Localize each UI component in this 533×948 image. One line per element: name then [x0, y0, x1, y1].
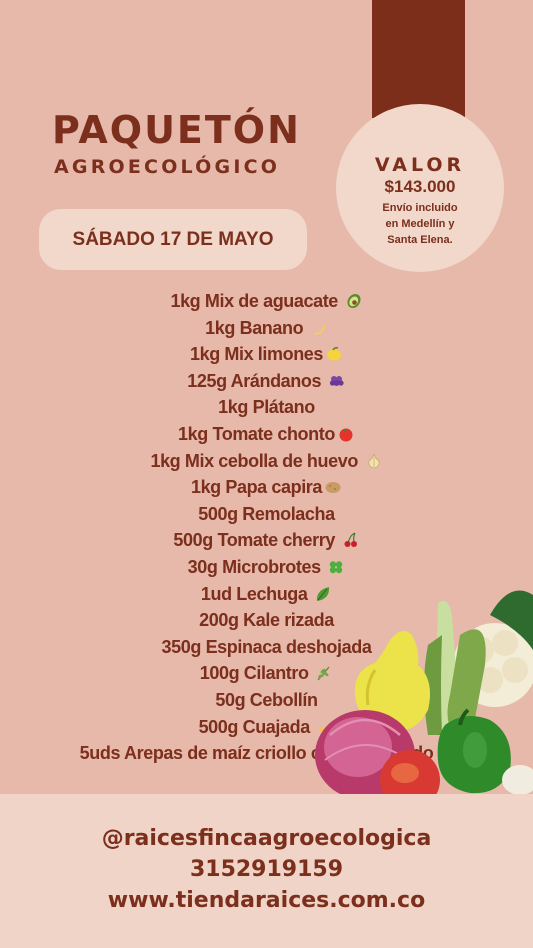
list-item-text: 1kg Plátano — [218, 397, 315, 418]
onion-icon — [367, 453, 380, 468]
shipping-note-line-1: Envío incluido — [382, 202, 458, 214]
list-item-text: 1kg Banano — [205, 317, 304, 338]
list-item: 1kg Tomate chonto — [0, 421, 533, 448]
title-line-2: AGROECOLÓGICO — [54, 156, 281, 178]
clover-icon — [330, 561, 343, 574]
decorative-top-bar — [372, 0, 465, 118]
list-item-text: 125g Arándanos — [187, 370, 322, 391]
list-item-text: 1kg Mix cebolla de huevo — [150, 450, 358, 471]
shipping-note: Envío incluido en Medellín y Santa Elena… — [365, 200, 475, 248]
shipping-note-line-3: Santa Elena. — [387, 234, 453, 246]
list-item: 1kg Mix limones — [0, 341, 533, 368]
list-item-text: 1ud Lechuga — [200, 583, 308, 604]
vegetables-illustration — [315, 590, 533, 795]
list-item-text: 1kg Mix de aguacate — [170, 291, 338, 311]
website-link[interactable]: www.tiendaraices.com.co — [0, 885, 533, 916]
list-item-text: 500g Tomate cherry — [173, 530, 335, 551]
list-item: 1kg Papa capira — [0, 474, 533, 501]
list-item: 1kg Plátano — [0, 394, 533, 421]
list-item-text: 500g Cuajada — [198, 716, 311, 737]
avocado-icon — [347, 293, 361, 309]
list-item: 1kg Mix cebolla de huevo — [0, 448, 533, 475]
list-item-text: 30g Microbrotes — [187, 556, 321, 577]
cherries-icon — [344, 532, 357, 548]
list-item: 1kg Mix de aguacate — [0, 288, 533, 315]
list-item-text: 500g Remolacha — [198, 503, 335, 524]
list-item-text: 50g Cebollín — [215, 689, 318, 710]
potato-icon — [325, 482, 341, 494]
contact-footer: @raicesfincaagroecologica 3152919159 www… — [0, 794, 533, 948]
list-item: 500g Remolacha — [0, 501, 533, 528]
list-item: 125g Arándanos — [0, 368, 533, 395]
date-pill: SÁBADO 17 DE MAYO — [39, 209, 307, 270]
lemon-icon — [327, 347, 342, 361]
phone-number[interactable]: 3152919159 — [0, 854, 533, 885]
list-item-text: 100g Cilantro — [199, 663, 309, 684]
instagram-handle[interactable]: @raicesfincaagroecologica — [0, 823, 533, 854]
price-badge: VALOR $143.000 Envío incluido en Medellí… — [336, 104, 504, 272]
list-item-text: 1kg Tomate chonto — [178, 423, 335, 444]
grapes-icon — [329, 375, 344, 386]
price-label: VALOR — [374, 154, 466, 176]
tomato-icon — [339, 428, 353, 442]
banana-icon — [312, 322, 325, 335]
price-value: $143.000 — [384, 177, 456, 196]
list-item-text: 1kg Mix limones — [189, 344, 324, 365]
list-item-text: 1kg Papa capira — [190, 477, 323, 498]
list-item: 500g Tomate cherry — [0, 527, 533, 554]
shipping-note-line-2: en Medellín y — [385, 218, 455, 230]
list-item: 1kg Banano — [0, 315, 533, 342]
title-line-1: PAQUETÓN — [52, 108, 301, 152]
